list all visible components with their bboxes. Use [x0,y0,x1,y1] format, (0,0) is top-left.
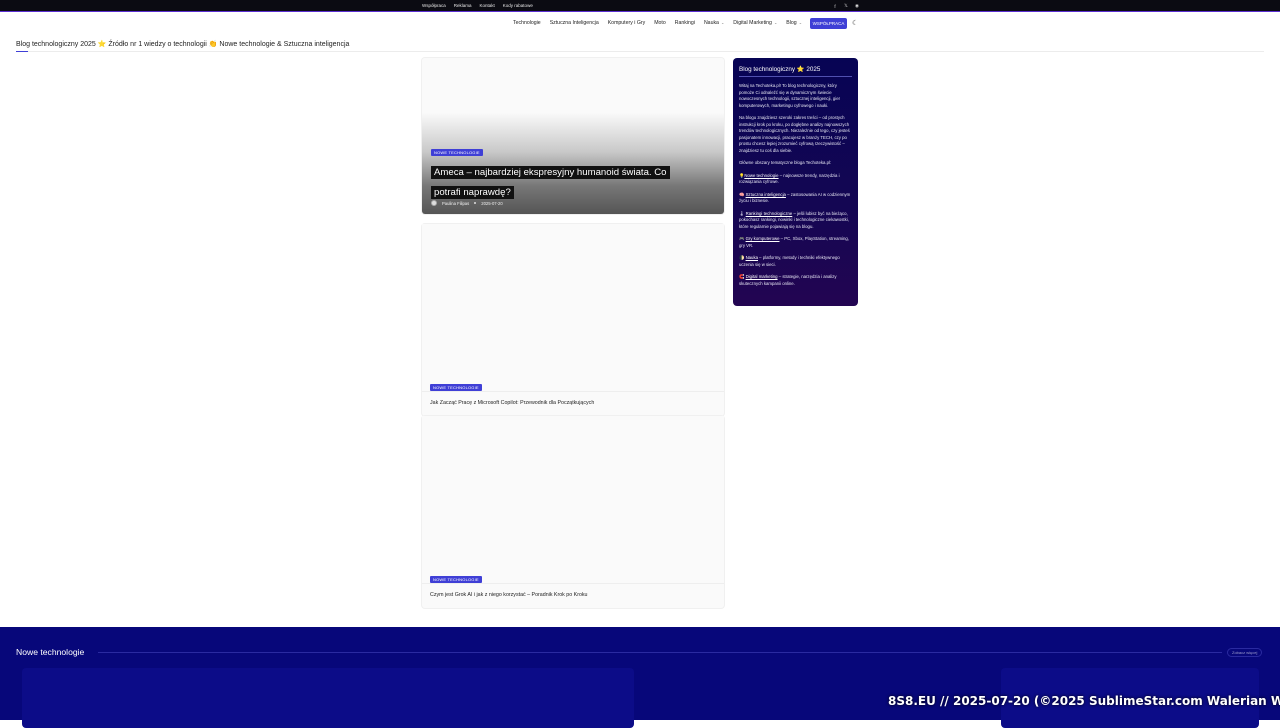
topic-item: 🎮 Gry komputerowe – PC, Xbox, PlayStatio… [739,236,849,248]
post-thumbnail[interactable] [422,416,724,584]
headline-accent [16,51,28,52]
topic-item: 💡Nowe technologie – najnowsze trendy, na… [739,172,840,185]
separator-dot [474,202,477,204]
nav-item-komputery-i-gry[interactable]: Komputery i Gry [608,20,645,26]
chevron-down-icon: ⌄ [773,20,778,25]
post-thumbnail[interactable] [422,224,724,392]
nav-item-moto[interactable]: Moto [654,20,666,26]
top-link-kontakt[interactable]: Kontakt [480,3,495,8]
divider [16,51,1264,52]
wspolpraca-button[interactable]: WSPÓŁPRACA [810,18,847,29]
topic-item: 🧲 Digital marketing – strategie, narzędz… [739,274,837,286]
facebook-icon[interactable]: f [832,3,838,9]
see-more-button[interactable]: Zobacz więcej [1227,648,1263,657]
post-card[interactable]: NOWE TECHNOLOGIE Jak Zacząć Pracę z Micr… [422,224,724,416]
top-link-reklama[interactable]: Reklama [454,3,472,8]
top-link-wspolpraca[interactable]: Współpraca [422,3,446,8]
post-date: 2025-07-20 [481,200,503,206]
nav-item-technologie[interactable]: Technologie [513,20,541,26]
topic-link-gry-komputerowe[interactable]: Gry komputerowe [746,236,780,241]
post-card[interactable] [22,668,634,728]
widget-paragraph: Główne obszary tematyczne bloga Techotek… [739,160,832,165]
category-badge[interactable]: NOWE TECHNOLOGIE [431,149,483,156]
nav-item-label: Digital Marketing [733,20,772,26]
top-bar: Współpraca Reklama Kontakt Kody rabatowe… [0,0,1280,12]
category-badge[interactable]: NOWE TECHNOLOGIE [430,576,482,583]
featured-post-card[interactable]: NOWE TECHNOLOGIE Ameca – najbardziej eks… [422,58,724,214]
widget-title: Blog technologiczny ⭐ 2025 [739,65,852,77]
featured-post-title[interactable]: Ameca – najbardziej ekspresyjny humanoid… [431,162,681,201]
social-links: f 𝕏 ◉ [832,3,860,9]
dark-mode-toggle-icon[interactable]: ☾ [852,19,858,27]
nav-item-digital-marketing[interactable]: Digital Marketing ⌄ [733,20,777,26]
main-nav: Technologie Sztuczna Inteligencja Komput… [0,14,1280,34]
post-author[interactable]: Paulina Filipas [442,201,469,206]
post-meta: Paulina Filipas 2025-07-20 [431,200,503,206]
nav-item-blog[interactable]: Blog ⌄ [786,20,802,26]
rss-icon[interactable]: ◉ [854,3,860,9]
topic-item: 🧠 Sztuczna inteligencja – zastosowania A… [739,191,851,204]
topic-link-digital-marketing[interactable]: Digital marketing [746,274,778,279]
topic-link-rankingi[interactable]: Rankingi technologiczne [746,211,793,216]
chevron-down-icon: ⌄ [720,20,725,25]
top-links: Współpraca Reklama Kontakt Kody rabatowe [422,3,533,8]
watermark: 8S8.EU // 2025-07-20 (©2025 SublimeStar.… [888,694,1280,708]
nav-item-nauka[interactable]: Nauka ⌄ [704,20,724,26]
post-title[interactable]: Czym jest Grok AI i jak z niego korzysta… [430,592,588,598]
widget-paragraph: Na blogu znajdziesz szeroki zakres treśc… [739,115,850,153]
x-icon[interactable]: 𝕏 [843,3,849,9]
topic-item: 🌓 Nauka – platformy, metody i techniki e… [739,255,840,267]
divider [98,652,1222,653]
topic-item: 🌡 Rankingi technologiczne – jeśli lubisz… [739,210,849,229]
nav-item-rankingi[interactable]: Rankingi [675,20,695,26]
category-badge[interactable]: NOWE TECHNOLOGIE [430,384,482,391]
nav-item-label: Nauka [703,20,719,26]
sidebar-about-widget: Blog technologiczny ⭐ 2025 Witaj na Tech… [733,58,858,306]
top-link-kody-rabatowe[interactable]: Kody rabatowe [503,3,533,8]
nav-item-sztuczna-inteligencja[interactable]: Sztuczna Inteligencja [550,20,599,26]
section-title: Nowe technologie [16,647,85,657]
chevron-down-icon: ⌄ [798,20,803,25]
topic-link-nauka[interactable]: Nauka [746,255,758,260]
avatar [431,200,437,206]
site-headline: Blog technologiczny 2025 ⭐ Źródło nr 1 w… [16,41,350,48]
topic-link-sztuczna-inteligencja[interactable]: Sztuczna inteligencja [746,192,786,197]
widget-intro: Witaj na Techoteka.pl! To blog technolog… [739,83,841,108]
nav-item-label: Blog [786,20,797,26]
post-title[interactable]: Jak Zacząć Pracę z Microsoft Copilot: Pr… [430,400,594,406]
topic-link-nowe-technologie[interactable]: Nowe technologie [744,173,778,178]
post-card[interactable]: NOWE TECHNOLOGIE Czym jest Grok AI i jak… [422,416,724,608]
